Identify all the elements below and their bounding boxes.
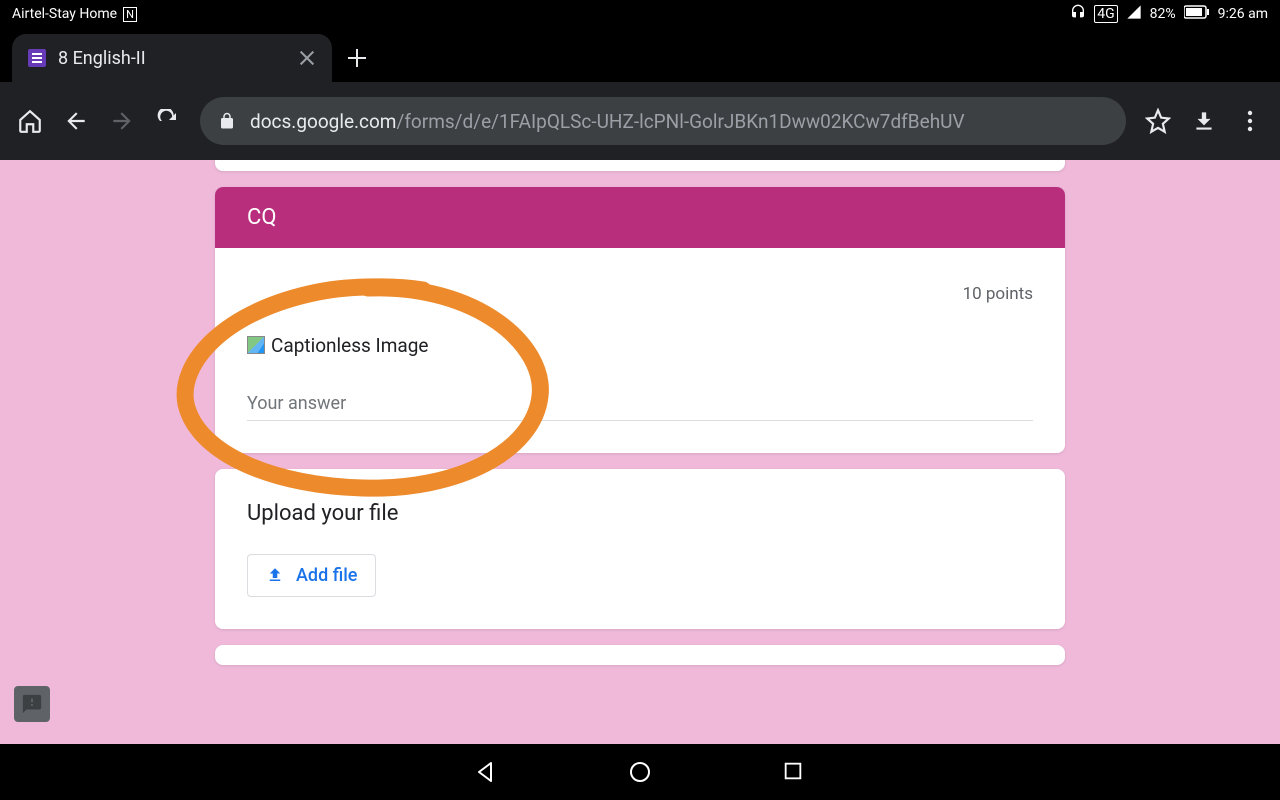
clock-label: 9:26 am <box>1218 6 1268 22</box>
notification-icon: N <box>123 7 137 22</box>
points-label: 10 points <box>963 284 1033 304</box>
forward-button[interactable] <box>108 107 136 135</box>
upload-section-title: Upload your file <box>247 501 1033 526</box>
answer-input[interactable] <box>247 393 1033 421</box>
url-host: docs.google.com <box>250 110 396 133</box>
home-button[interactable] <box>16 107 44 135</box>
close-tab-icon[interactable] <box>298 49 316 67</box>
nav-home-button[interactable] <box>628 760 652 784</box>
next-card-peek <box>215 645 1065 665</box>
broken-image-alt-text: Captionless Image <box>271 334 428 357</box>
browser-tab-strip: 8 English-II <box>0 28 1280 82</box>
section-title: CQ <box>215 187 1065 248</box>
address-bar[interactable]: docs.google.com/forms/d/e/1FAIpQLSc-UHZ-… <box>200 97 1126 145</box>
download-button[interactable] <box>1190 107 1218 135</box>
question-section-card: CQ 10 points Captionless Image <box>215 187 1065 453</box>
carrier-label: Airtel-Stay Home <box>12 6 117 22</box>
nav-recent-button[interactable] <box>782 760 806 784</box>
android-status-bar: Airtel-Stay Home N 4G 82% 9:26 am <box>0 0 1280 28</box>
back-button[interactable] <box>62 107 90 135</box>
feedback-icon <box>21 693 43 715</box>
tab-title: 8 English-II <box>58 48 286 69</box>
android-nav-bar <box>0 744 1280 800</box>
upload-icon <box>266 566 284 584</box>
menu-button[interactable] <box>1236 107 1264 135</box>
upload-card: Upload your file Add file <box>215 469 1065 629</box>
url-path: /forms/d/e/1FAIpQLSc-UHZ-lcPNl-GolrJBKn1… <box>396 110 964 133</box>
battery-icon <box>1184 5 1210 23</box>
forms-favicon-icon <box>28 49 46 67</box>
network-gen-badge: 4G <box>1094 5 1117 23</box>
add-file-button[interactable]: Add file <box>247 554 376 597</box>
form-header-card: you upload files and submit this form. N… <box>215 160 1065 171</box>
feedback-button[interactable] <box>14 686 50 722</box>
bookmark-button[interactable] <box>1144 107 1172 135</box>
broken-image-icon <box>247 336 265 354</box>
page-viewport[interactable]: you upload files and submit this form. N… <box>0 160 1280 744</box>
plus-icon <box>348 49 366 67</box>
browser-toolbar: docs.google.com/forms/d/e/1FAIpQLSc-UHZ-… <box>0 82 1280 160</box>
lock-icon <box>218 112 236 130</box>
add-file-label: Add file <box>296 565 357 586</box>
broken-image-placeholder: Captionless Image <box>247 334 1033 357</box>
battery-percentage: 82% <box>1150 6 1176 22</box>
headset-icon <box>1070 4 1086 24</box>
nav-back-button[interactable] <box>474 760 498 784</box>
signal-icon <box>1126 4 1142 24</box>
new-tab-button[interactable] <box>332 34 382 82</box>
browser-tab[interactable]: 8 English-II <box>12 34 332 82</box>
reload-button[interactable] <box>154 107 182 135</box>
